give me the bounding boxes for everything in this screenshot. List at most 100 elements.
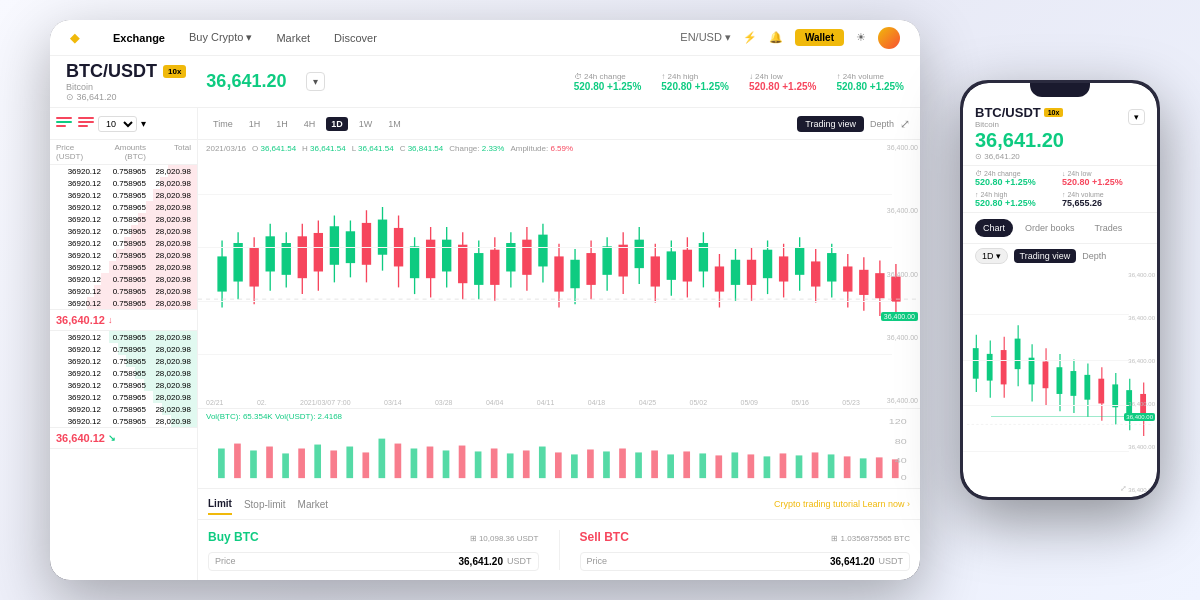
learn-now-link[interactable]: Learn now ›	[862, 499, 910, 509]
orderbook-row-bid[interactable]: 36920.120.75896528,020.98	[50, 355, 197, 367]
wallet-button[interactable]: Wallet	[795, 29, 844, 46]
orderbook-view-icon[interactable]	[56, 117, 72, 131]
time-btn-1h-a[interactable]: 1H	[244, 117, 266, 131]
svg-rect-149	[1112, 384, 1118, 407]
phone-tab-chart[interactable]: Chart	[975, 219, 1013, 237]
svg-rect-5	[266, 237, 274, 271]
buy-price-input[interactable]: Price 36,641.20 USDT	[208, 552, 539, 571]
orderbook-row-ask[interactable]: 36920.120.75896528,020.98	[50, 201, 197, 213]
orderbook-toolbar: 102050 ▾	[50, 108, 197, 140]
orderbook-row-ask[interactable]: 36920.120.75896528,020.98	[50, 261, 197, 273]
svg-rect-106	[523, 450, 530, 478]
depth-button[interactable]: Depth	[870, 119, 894, 129]
phone-trading-view-btn[interactable]: Trading view	[1014, 249, 1077, 263]
phone-time-select[interactable]: 1D ▾	[975, 248, 1008, 264]
sell-currency: USDT	[879, 556, 904, 566]
ob-cell-0: 36920.12	[56, 287, 101, 296]
orderbook-size-select[interactable]: 102050	[98, 116, 137, 132]
svg-rect-135	[973, 348, 979, 379]
theme-icon[interactable]: ☀	[856, 31, 866, 44]
svg-rect-143	[1057, 367, 1063, 394]
phone-tab-orderbooks[interactable]: Order books	[1017, 219, 1083, 237]
phone-expand-icon[interactable]: ⤢	[1120, 484, 1127, 493]
phone-grid-3	[963, 405, 1129, 406]
svg-rect-79	[844, 267, 852, 290]
time-btn-4h[interactable]: 4H	[299, 117, 321, 131]
orderbook-row-ask[interactable]: 36920.120.75896528,020.98	[50, 189, 197, 201]
phone-change-label: ⏱ 24h change	[975, 170, 1058, 177]
orderbook-panel: 102050 ▾ Price(USDT) Amounts(BTC) Total …	[50, 108, 198, 580]
svg-rect-115	[667, 454, 674, 478]
tab-market[interactable]: Market	[298, 495, 329, 514]
orderbook-row-ask[interactable]: 36920.120.75896528,020.98	[50, 273, 197, 285]
orderbook-row-ask[interactable]: 36920.120.75896528,020.98	[50, 165, 197, 177]
orderbook-row-bid[interactable]: 36920.120.75896528,020.98	[50, 403, 197, 415]
expand-icon[interactable]: ⤢	[900, 117, 910, 131]
phone-pair-info: BTC/USDT 10x Bitcoin	[975, 105, 1063, 129]
svg-rect-137	[987, 354, 993, 381]
svg-rect-13	[379, 220, 387, 254]
tab-limit[interactable]: Limit	[208, 494, 232, 515]
time-btn-1h-b[interactable]: 1H	[271, 117, 293, 131]
nav-discover[interactable]: Discover	[334, 32, 377, 44]
svg-rect-118	[715, 455, 722, 478]
time-btn-1w[interactable]: 1W	[354, 117, 378, 131]
orderbook-row-bid[interactable]: 36920.120.75896528,020.98	[50, 343, 197, 355]
nav-exchange[interactable]: Exchange	[113, 32, 165, 44]
svg-rect-43	[250, 249, 258, 286]
phone-tab-trades[interactable]: Trades	[1087, 219, 1131, 237]
orderbook-row-ask[interactable]: 36920.120.75896528,020.98	[50, 213, 197, 225]
phone-price-label-1: 36,400.00	[1128, 272, 1155, 278]
ob-cell-1: 0.758965	[101, 167, 146, 176]
ob-cell-2: 28,020.98	[146, 333, 191, 342]
phone-depth-btn[interactable]: Depth	[1082, 251, 1106, 261]
buy-currency: USDT	[507, 556, 532, 566]
svg-rect-59	[523, 241, 531, 275]
time-btn-1d[interactable]: 1D	[326, 117, 348, 131]
svg-text:80: 80	[895, 436, 907, 445]
volume-chart: Vol(BTC): 65.354K Vol(USDT): 2.4168	[198, 408, 920, 488]
x-label-13: 05/23	[842, 399, 860, 406]
orderbook-chevron-down-icon[interactable]: ▾	[141, 118, 146, 129]
svg-rect-53	[427, 241, 435, 278]
orderbook-row-ask[interactable]: 36920.120.75896528,020.98	[50, 237, 197, 249]
svg-rect-117	[699, 453, 706, 478]
orderbook-row-ask[interactable]: 36920.120.75896528,020.98	[50, 225, 197, 237]
nav-buy-crypto[interactable]: Buy Crypto ▾	[189, 31, 252, 44]
tab-stop-limit[interactable]: Stop-limit	[244, 495, 286, 514]
time-btn-1m[interactable]: 1M	[383, 117, 406, 131]
x-label-1: 02/21	[206, 399, 224, 406]
svg-rect-139	[1015, 339, 1021, 370]
orderbook-row-bid[interactable]: 36920.120.75896528,020.98	[50, 331, 197, 343]
phone-grid-2	[963, 360, 1129, 361]
orderbook-row-bid[interactable]: 36920.120.75896528,020.98	[50, 379, 197, 391]
time-btn-time[interactable]: Time	[208, 117, 238, 131]
leverage-badge: 10x	[163, 65, 186, 78]
lang-selector[interactable]: EN/USD ▾	[680, 31, 731, 44]
phone-price-label-2: 36,400.00	[1128, 315, 1155, 321]
trading-view-button[interactable]: Trading view	[797, 116, 864, 132]
nav-market[interactable]: Market	[276, 32, 310, 44]
orderbook-row-bid[interactable]: 36920.120.75896528,020.98	[50, 367, 197, 379]
orderbook-row-ask[interactable]: 36920.120.75896528,020.98	[50, 177, 197, 189]
orderbook-row-ask[interactable]: 36920.120.75896528,020.98	[50, 249, 197, 261]
ob-cell-1: 0.758965	[101, 215, 146, 224]
ob-cell-0: 36920.12	[56, 227, 101, 236]
pair-ref-price: ⊙ 36,641.20	[66, 92, 186, 102]
x-label-8: 04/18	[588, 399, 606, 406]
orderbook-row-bid[interactable]: 36920.120.75896528,020.98	[50, 415, 197, 427]
ob-cell-2: 28,020.98	[146, 299, 191, 308]
price-label-3: 36,400.00	[887, 271, 918, 278]
phone-dropdown-button[interactable]: ▾	[1128, 109, 1145, 125]
orderbook-row-ask[interactable]: 36920.120.75896528,020.98	[50, 297, 197, 309]
sell-price-input[interactable]: Price 36,641.20 USDT	[580, 552, 911, 571]
bid-rows: 36920.120.75896528,020.9836920.120.75896…	[50, 331, 197, 427]
orderbook-row-ask[interactable]: 36920.120.75896528,020.98	[50, 285, 197, 297]
chart-panel: Time 1H 1H 4H 1D 1W 1M Trading view Dept…	[198, 108, 920, 580]
pair-dropdown-button[interactable]: ▾	[306, 72, 325, 91]
ob-cell-1: 0.758965	[101, 227, 146, 236]
avatar[interactable]	[878, 27, 900, 49]
orderbook-sells-icon[interactable]	[78, 117, 94, 131]
orderbook-row-bid[interactable]: 36920.120.75896528,020.98	[50, 391, 197, 403]
bell-icon[interactable]: 🔔	[769, 31, 783, 44]
